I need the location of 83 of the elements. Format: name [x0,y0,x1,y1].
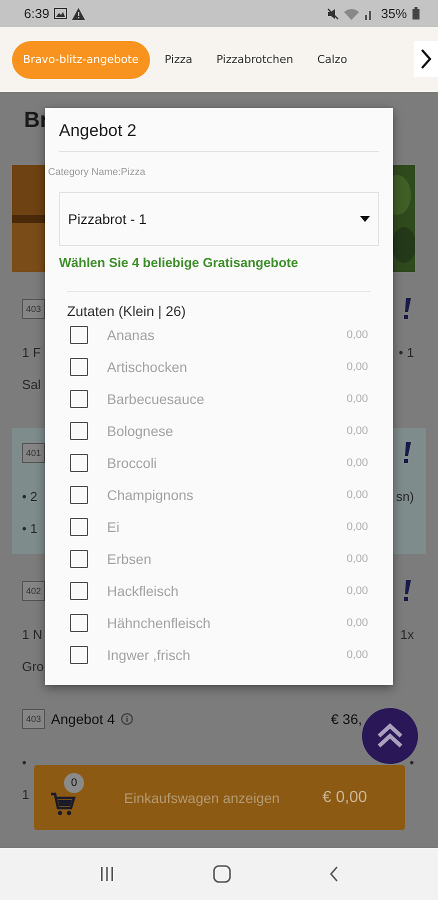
option-price: 0,00 [346,457,368,469]
offer-price: € 36, [330,711,362,727]
item-code: 402 [22,581,46,601]
free-choice-hint: Wählen Sie 4 beliebige Gratisangebote [58,254,300,270]
variant-dropdown[interactable]: Pizzabrot - 1 [59,192,379,246]
cart-count-badge: 0 [64,772,84,792]
cart-bar-button[interactable]: 0 Einkaufswagen anzeigen € 0,00 [34,765,405,830]
option-name: Hähnchenfleisch [107,615,212,631]
item-code: 401 [22,443,46,463]
image-icon [54,8,68,19]
option-name: Champignons [107,487,194,503]
battery-percent: 35% [380,6,407,21]
option-name: Bolognese [107,423,174,439]
description-text: 1 N [22,626,42,642]
marker-icon [402,580,412,602]
option-price: 0,00 [346,617,368,629]
item-code: 403 [22,709,46,729]
option-price: 0,00 [346,649,368,661]
recent-apps-icon[interactable] [99,866,115,882]
back-icon[interactable] [329,866,339,882]
description-text: 1 F [22,344,41,360]
option-name: Artischocken [107,359,188,375]
cart-label: Einkaufswagen anzeigen [124,790,281,806]
option-price: 0,00 [346,393,368,405]
checkbox[interactable] [70,518,88,536]
option-price: 0,00 [346,553,368,565]
option-price: 0,00 [346,489,368,501]
marker-icon [402,298,412,320]
info-icon [120,713,133,725]
item-code: 403 [22,299,46,319]
checkbox[interactable] [70,614,88,632]
option-price: 0,00 [346,521,368,533]
option-name: Hackfleisch [107,583,180,599]
home-icon[interactable] [213,865,231,883]
description-text: Gro [22,658,44,674]
battery-icon [412,7,420,20]
group-heading: Zutaten (Klein | 26) [67,291,371,319]
description-text: • 1 [398,344,414,360]
option-price: 0,00 [346,585,368,597]
cart-total: € 0,00 [322,788,367,806]
checkbox[interactable] [70,582,88,600]
option-name: Barbecuesauce [107,391,206,407]
mute-icon [326,8,339,20]
description-text: sn) [396,488,414,504]
category-tab[interactable]: Calzo [308,40,356,78]
checkbox[interactable] [70,422,88,440]
section-heading: Br [23,106,48,134]
option-name: Erbsen [107,551,152,567]
option-name: Ingwer ,frisch [107,647,192,663]
description-text: 1 [22,786,30,802]
category-label: Category Name:Pizza [47,166,146,178]
option-price: 0,00 [346,361,368,373]
category-tab[interactable]: Pizza [156,40,202,78]
chevron-right-icon [420,49,432,69]
option-price: 0,00 [346,329,368,341]
checkbox[interactable] [70,358,88,376]
description-text: • [22,754,27,770]
next-arrow-button[interactable] [414,41,438,77]
checkbox[interactable] [70,550,88,568]
clock-time: 6:39 [24,6,50,21]
offer-name: Angebot 4 [51,711,115,727]
checkbox[interactable] [70,326,88,344]
checkbox[interactable] [70,486,88,504]
description-text: 1x [400,626,414,642]
option-name: Ei [107,519,120,535]
option-price: 0,00 [346,425,368,437]
cart-icon [50,790,76,816]
description-text: • [409,754,414,770]
dialog-title: Angebot 2 [59,108,379,152]
checkbox[interactable] [70,390,88,408]
description-text: • 2 [22,488,38,504]
option-name: Ananas [107,327,156,343]
marker-icon [402,442,412,464]
checkbox[interactable] [70,454,88,472]
wifi-icon [344,8,359,20]
checkbox[interactable] [70,646,88,664]
warning-icon [72,8,86,20]
caret-icon [360,216,370,222]
category-tab[interactable]: Pizzabrotchen [207,40,302,78]
option-name: Broccoli [107,455,158,471]
description-text: • 1 [22,520,38,536]
double-chevron-up-icon [376,723,404,749]
description-text: Sal [22,376,41,392]
